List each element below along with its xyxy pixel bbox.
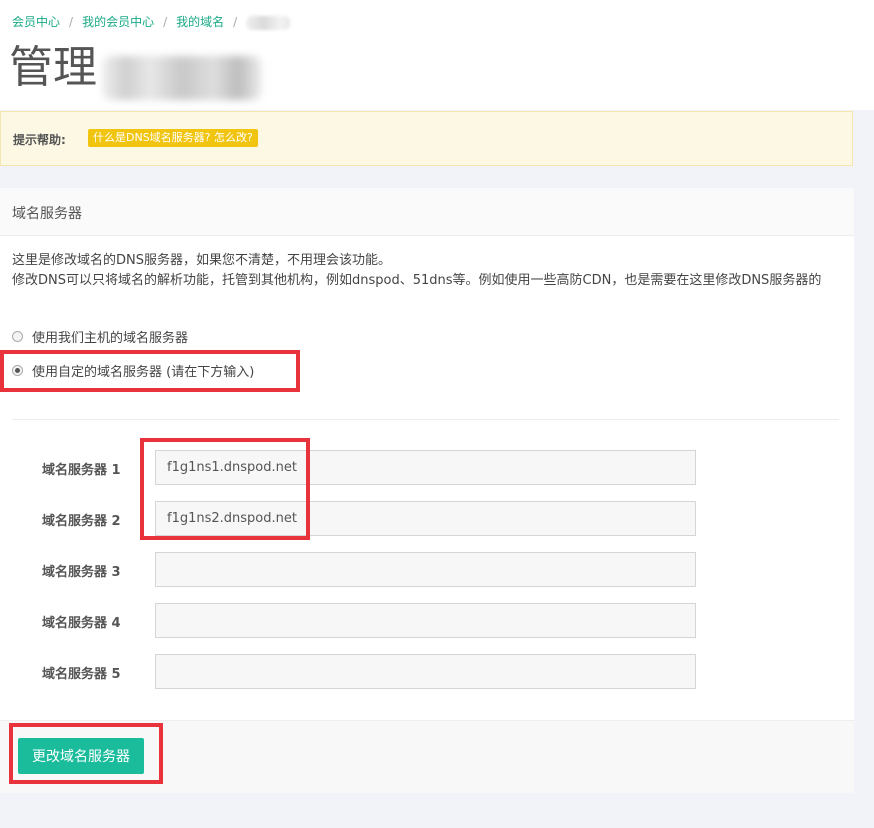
nameserver-1-label: 域名服务器 1	[42, 463, 121, 478]
help-link-badge[interactable]: 什么是DNS域名服务器? 怎么改?	[88, 129, 258, 147]
nameserver-2-input[interactable]	[155, 501, 696, 536]
breadcrumb-separator: /	[69, 15, 74, 29]
breadcrumb-separator: /	[233, 15, 238, 29]
radio-default-button[interactable]	[12, 331, 23, 342]
radio-default-label: 使用我们主机的域名服务器	[32, 331, 189, 346]
breadcrumb: 会员中心 / 我的会员中心 / 我的域名 /	[12, 13, 291, 30]
page-title: 管理	[9, 42, 97, 93]
nameserver-4-input[interactable]	[155, 603, 696, 638]
nameserver-1-input[interactable]	[155, 450, 696, 485]
domain-name-redacted	[102, 56, 262, 100]
page: 会员中心 / 我的会员中心 / 我的域名 / 管理 提示帮助: 什么是DNS域名服务器? …	[0, 0, 874, 828]
breadcrumb-member-center[interactable]: 会员中心	[12, 15, 60, 29]
divider	[12, 419, 839, 420]
radio-option-default[interactable]: 使用我们主机的域名服务器	[12, 327, 188, 346]
breadcrumb-my-domains[interactable]: 我的域名	[176, 15, 224, 29]
help-label: 提示帮助:	[13, 133, 66, 147]
nameserver-3-label: 域名服务器 3	[42, 565, 121, 580]
panel-footer: 更改域名服务器	[0, 720, 854, 793]
nameserver-2-label: 域名服务器 2	[42, 514, 121, 529]
nameserver-5-label: 域名服务器 5	[42, 667, 121, 682]
nameserver-3-input[interactable]	[155, 552, 696, 587]
panel-description: 这里是修改域名的DNS服务器，如果您不清楚，不用理会该功能。 修改DNS可以只将…	[12, 251, 842, 291]
nameserver-4-label: 域名服务器 4	[42, 616, 121, 631]
radio-option-custom[interactable]: 使用自定的域名服务器 (请在下方输入)	[12, 361, 254, 380]
change-nameservers-button[interactable]: 更改域名服务器	[18, 738, 144, 774]
help-bar: 提示帮助: 什么是DNS域名服务器? 怎么改?	[0, 111, 853, 166]
panel-header: 域名服务器	[0, 188, 854, 236]
breadcrumb-current-redacted	[246, 15, 291, 30]
breadcrumb-my-member-center[interactable]: 我的会员中心	[82, 15, 154, 29]
nameserver-5-input[interactable]	[155, 654, 696, 689]
panel-title: 域名服务器	[12, 206, 82, 222]
description-line: 修改DNS可以只将域名的解析功能，托管到其他机构，例如dnspod、51dns等…	[12, 273, 822, 288]
description-line: 这里是修改域名的DNS服务器，如果您不清楚，不用理会该功能。	[12, 253, 391, 268]
radio-custom-button[interactable]	[12, 365, 23, 376]
breadcrumb-separator: /	[163, 15, 168, 29]
radio-custom-label: 使用自定的域名服务器 (请在下方输入)	[32, 365, 255, 380]
nameserver-panel: 域名服务器 这里是修改域名的DNS服务器，如果您不清楚，不用理会该功能。 修改D…	[0, 188, 854, 793]
